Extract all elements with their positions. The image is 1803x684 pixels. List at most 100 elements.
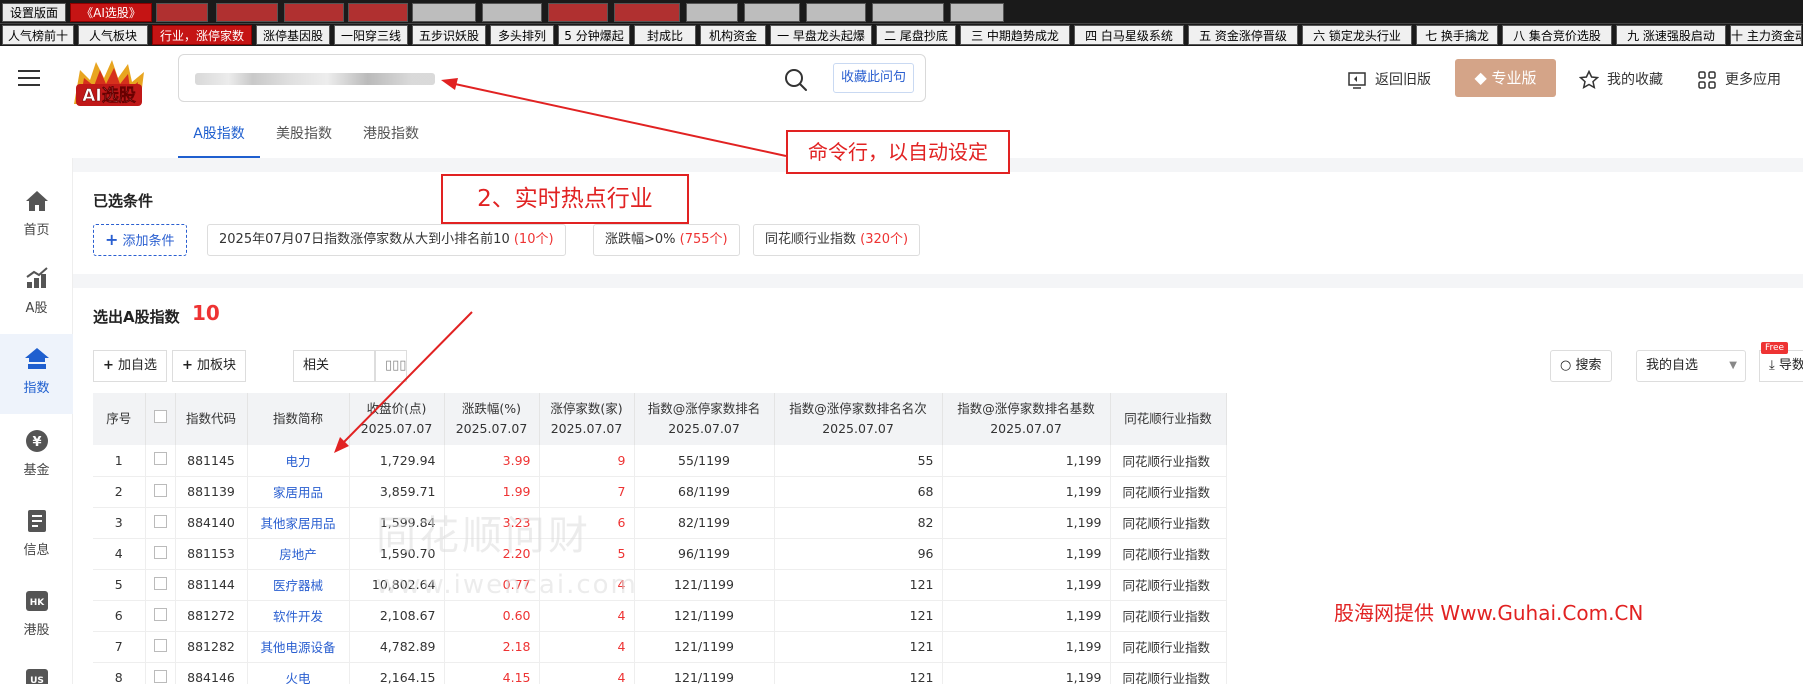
row-checkbox-cell[interactable]	[145, 631, 176, 663]
tab-limitup-gene[interactable]: 涨停基因股	[256, 25, 330, 45]
tab-blurred[interactable]	[348, 3, 408, 22]
pro-version-button[interactable]: ◆ 专业版	[1455, 59, 1556, 97]
search-button[interactable]: ○ 搜索	[1550, 350, 1612, 382]
menu-icon[interactable]	[18, 70, 40, 88]
add-watchlist-button[interactable]: + 加自选	[93, 350, 168, 382]
tab-blurred[interactable]	[156, 3, 208, 22]
index-name-link[interactable]: 其他电源设备	[247, 631, 350, 663]
back-old-version-button[interactable]: 返回旧版	[1347, 68, 1431, 92]
table-row[interactable]: 5 881144 医疗器械 10,802.64 0.77 4 121/1199 121 1,19…	[93, 569, 1227, 601]
tab-blurred[interactable]	[950, 3, 1004, 22]
tab-us-index[interactable]: 美股指数	[276, 124, 332, 158]
sidebar-item-fund[interactable]: ¥ 基金	[0, 428, 73, 508]
index-name-link[interactable]: 其他家居用品	[247, 507, 350, 539]
row-checkbox-cell[interactable]	[145, 569, 176, 601]
table-row[interactable]: 3 884140 其他家居用品 1,599.84 3.23 6 82/1199 82 1,199…	[93, 507, 1227, 539]
favorite-query-button[interactable]: 收藏此问句	[833, 63, 915, 93]
tab-hk-index[interactable]: 港股指数	[363, 124, 419, 158]
row-checkbox-cell[interactable]	[145, 600, 176, 632]
row-checkbox[interactable]	[153, 452, 167, 466]
my-favorites-button[interactable]: 我的收藏	[1579, 68, 1663, 92]
search-query-blurred[interactable]	[195, 73, 435, 85]
row-checkbox-cell[interactable]	[145, 507, 176, 539]
tab-strategy-8[interactable]: 八 集合竞价选股	[1502, 25, 1612, 45]
row-checkbox[interactable]	[153, 638, 167, 652]
condition-chip[interactable]: 涨跌幅>0% (755个)	[593, 224, 740, 256]
tab-blurred[interactable]	[284, 3, 344, 22]
row-checkbox[interactable]	[153, 576, 167, 590]
index-name-link[interactable]: 软件开发	[247, 600, 350, 632]
tab-settings-layout[interactable]: 设置版面	[2, 3, 66, 22]
table-row[interactable]: 6 881272 软件开发 2,108.67 0.60 4 121/1199 121 1,199…	[93, 600, 1227, 632]
my-watchlist-select[interactable]: 我的自选 ▼	[1636, 350, 1746, 382]
tab-blurred[interactable]	[806, 3, 866, 22]
tab-blurred[interactable]	[872, 3, 944, 22]
ai-stock-logo[interactable]: AI选股	[66, 56, 152, 112]
index-name-link[interactable]: 家居用品	[247, 476, 350, 508]
checkbox[interactable]	[153, 410, 167, 423]
tab-strategy-4[interactable]: 四 白马星级系统	[1074, 25, 1184, 45]
tab-strategy-6[interactable]: 六 锁定龙头行业	[1302, 25, 1412, 45]
table-row[interactable]: 1 881145 电力 1,729.94 3.99 9 55/1199 55 1,199 同花顺行…	[93, 445, 1227, 477]
more-apps-button[interactable]: 更多应用	[1697, 68, 1781, 92]
sidebar-item-hk[interactable]: HK 港股	[0, 588, 73, 668]
tab-strategy-2[interactable]: 二 尾盘抄底	[876, 25, 956, 45]
select-all-checkbox[interactable]	[145, 393, 176, 445]
table-row[interactable]: 8 884146 火电 2,164.15 4.15 4 121/1199 121 1,199 同花…	[93, 662, 1227, 684]
add-condition-button[interactable]: + 添加条件	[93, 224, 187, 256]
row-checkbox[interactable]	[153, 514, 167, 528]
tab-strategy-9[interactable]: 九 涨速强股启动	[1616, 25, 1726, 45]
tab-popular-sector[interactable]: 人气板块	[78, 25, 148, 45]
row-checkbox-cell[interactable]	[145, 538, 176, 570]
add-sector-button[interactable]: + 加板块	[172, 350, 247, 382]
tab-blurred[interactable]	[686, 3, 738, 22]
tab-5min-burst[interactable]: 5 分钟爆起	[558, 25, 630, 45]
table-row[interactable]: 4 881153 房地产 1,590.70 2.20 5 96/1199 96 1,199 同花顺…	[93, 538, 1227, 570]
tab-popular-top10[interactable]: 人气榜前十	[2, 25, 74, 45]
row-checkbox-cell[interactable]	[145, 662, 176, 684]
row-checkbox[interactable]	[153, 669, 167, 683]
row-checkbox[interactable]	[153, 545, 167, 559]
tab-industry-limitup[interactable]: 行业，涨停家数	[152, 25, 252, 45]
tab-a-share-index[interactable]: A股指数	[178, 124, 260, 158]
tab-blurred[interactable]	[412, 3, 476, 22]
tab-strategy-5[interactable]: 五 资金涨停晋级	[1188, 25, 1298, 45]
export-button[interactable]: ⤓ 导数	[1759, 350, 1803, 382]
column-header-sorted[interactable]: 涨停家数(家) 2025.07.07	[539, 393, 635, 445]
tab-blurred[interactable]	[744, 3, 800, 22]
row-checkbox[interactable]	[153, 483, 167, 497]
tab-ai-stock[interactable]: 《AI选股》	[70, 3, 152, 22]
sidebar-item-index[interactable]: 指数	[0, 334, 73, 414]
index-name-link[interactable]: 电力	[247, 445, 350, 477]
tab-seal-ratio[interactable]: 封成比	[634, 25, 696, 45]
condition-chip[interactable]: 2025年07月07日指数涨停家数从大到小排名前10 (10个)	[207, 224, 566, 256]
condition-chip[interactable]: 同花顺行业指数 (320个)	[753, 224, 921, 256]
tab-blurred[interactable]	[216, 3, 278, 22]
tab-strategy-10[interactable]: 十 主力资金动向	[1730, 25, 1802, 45]
table-row[interactable]: 7 881282 其他电源设备 4,782.89 2.18 4 121/1199 121 1,1…	[93, 631, 1227, 663]
table-row[interactable]: 2 881139 家居用品 3,859.71 1.99 7 68/1199 68 1,199 同花…	[93, 476, 1227, 508]
tab-blurred[interactable]	[548, 3, 608, 22]
tab-institution-fund[interactable]: 机构资金	[700, 25, 766, 45]
sidebar-item-info[interactable]: 信息	[0, 508, 73, 588]
sidebar-item-home[interactable]: 首页	[0, 188, 73, 268]
search-icon[interactable]	[783, 67, 809, 93]
tab-strategy-1[interactable]: 一 早盘龙头起爆	[770, 25, 872, 45]
row-checkbox-cell[interactable]	[145, 476, 176, 508]
index-name-link[interactable]: 房地产	[247, 538, 350, 570]
sidebar-item-us[interactable]: US	[0, 666, 73, 684]
tab-blurred[interactable]	[482, 3, 542, 22]
tab-five-steps[interactable]: 五步识妖股	[412, 25, 486, 45]
tab-blurred[interactable]	[614, 3, 680, 22]
index-name-link[interactable]: 医疗器械	[247, 569, 350, 601]
column-setting-icon[interactable]: ▯▯▯	[375, 350, 407, 382]
tab-long-arrangement[interactable]: 多头排列	[490, 25, 554, 45]
row-checkbox[interactable]	[153, 607, 167, 621]
tab-one-yang-three-lines[interactable]: 一阳穿三线	[334, 25, 408, 45]
sort-select[interactable]: 相关	[293, 350, 375, 382]
index-name-link[interactable]: 火电	[247, 662, 350, 684]
tab-strategy-7[interactable]: 七 换手擒龙	[1416, 25, 1498, 45]
search-box[interactable]: 收藏此问句	[178, 54, 926, 102]
tab-strategy-3[interactable]: 三 中期趋势成龙	[960, 25, 1070, 45]
row-checkbox-cell[interactable]	[145, 445, 176, 477]
